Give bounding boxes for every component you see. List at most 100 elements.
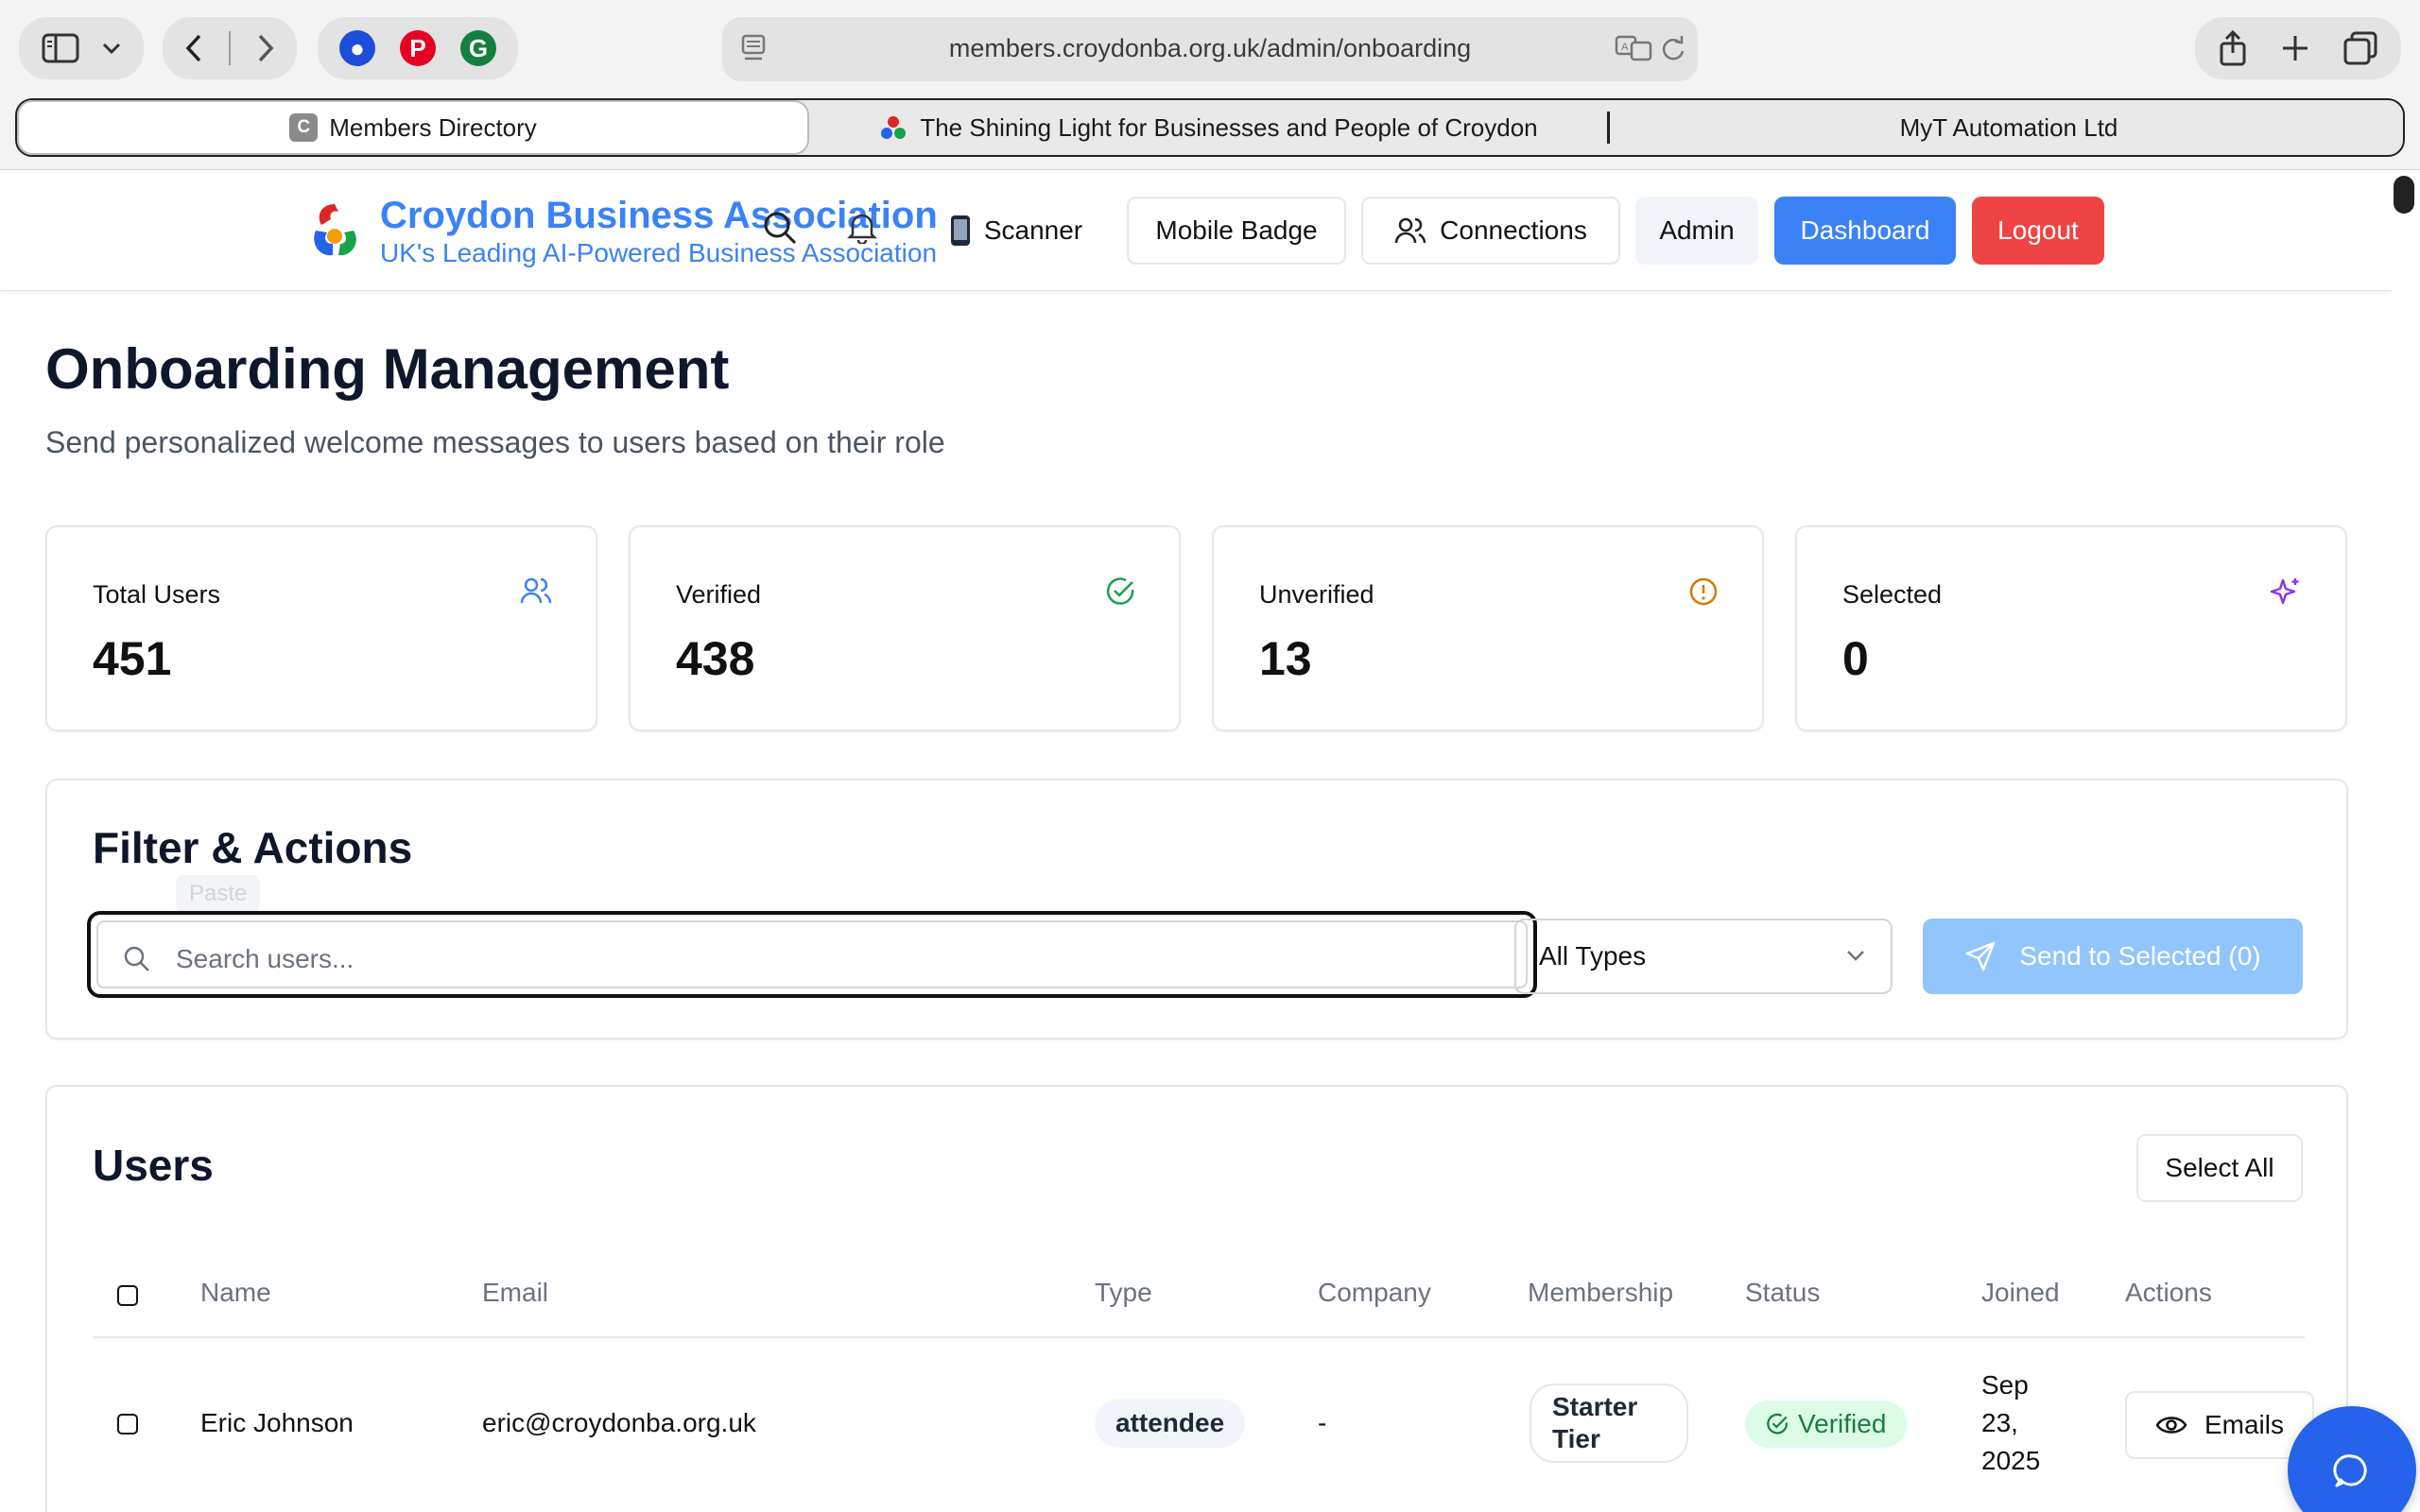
connections-button[interactable]: Connections xyxy=(1361,197,1620,265)
stat-value: 13 xyxy=(1259,632,1312,685)
stat-label: Selected xyxy=(1842,580,1943,609)
column-header-name[interactable]: Name xyxy=(200,1278,271,1308)
new-tab-icon[interactable] xyxy=(2280,33,2310,63)
address-bar[interactable]: members.croydonba.org.uk/admin/onboardin… xyxy=(722,17,1698,81)
nav-buttons xyxy=(163,17,297,79)
site-header: Croydon Business Association UK's Leadin… xyxy=(0,170,2392,291)
tab-bar: C Members Directory The Shining Light fo… xyxy=(15,98,2405,157)
row-checkbox[interactable] xyxy=(117,1414,138,1435)
tab-label: MyT Automation Ltd xyxy=(1899,112,2118,142)
search-icon[interactable] xyxy=(762,210,798,246)
column-header-membership[interactable]: Membership xyxy=(1528,1278,1673,1308)
chevron-down-icon[interactable] xyxy=(101,42,122,55)
back-icon[interactable] xyxy=(184,33,203,63)
select-all-checkbox[interactable] xyxy=(117,1285,138,1306)
extension-icon[interactable]: ● xyxy=(339,30,375,66)
page-title: Onboarding Management xyxy=(45,337,730,401)
sidebar-icon[interactable] xyxy=(42,33,79,63)
stat-value: 438 xyxy=(676,632,755,685)
joined-date: Sep 23, 2025 xyxy=(1981,1366,2040,1480)
filter-title: Filter & Actions xyxy=(93,823,413,872)
logout-button[interactable]: Logout xyxy=(1972,197,2104,265)
scrollbar-thumb[interactable] xyxy=(2394,176,2414,214)
forward-icon[interactable] xyxy=(256,33,275,63)
bell-icon[interactable] xyxy=(847,212,877,244)
table-header-divider xyxy=(93,1336,2305,1338)
tab-shining-light[interactable]: The Shining Light for Businesses and Peo… xyxy=(811,100,1605,155)
user-email: eric@croydonba.org.uk xyxy=(482,1408,756,1437)
extensions-group: ● P G xyxy=(318,17,518,79)
stat-label: Unverified xyxy=(1259,580,1374,609)
scrollbar-track[interactable] xyxy=(2392,170,2420,1512)
column-header-type[interactable]: Type xyxy=(1095,1278,1152,1308)
tab-label: The Shining Light for Businesses and Peo… xyxy=(920,112,1538,142)
svg-text:A: A xyxy=(1621,42,1629,53)
type-select[interactable]: All Types xyxy=(1514,919,1893,994)
window-actions xyxy=(2195,17,2401,79)
users-card: Users Select All Name Email Type Company… xyxy=(45,1085,2348,1512)
users-title: Users xyxy=(93,1141,214,1190)
url-text[interactable]: members.croydonba.org.uk/admin/onboardin… xyxy=(722,34,1698,63)
column-header-email[interactable]: Email xyxy=(482,1278,548,1308)
membership-line: Tier xyxy=(1552,1424,1600,1453)
scanner-button[interactable]: Scanner xyxy=(936,197,1097,265)
stat-label: Verified xyxy=(676,580,762,609)
translate-icon[interactable]: A xyxy=(1615,34,1652,62)
check-circle-icon xyxy=(1106,577,1134,605)
tab-favicon: C xyxy=(289,113,319,142)
user-company: - xyxy=(1318,1408,1327,1437)
select-all-button[interactable]: Select All xyxy=(2136,1134,2303,1202)
send-to-selected-button[interactable]: Send to Selected (0) xyxy=(1923,919,2303,994)
column-header-actions: Actions xyxy=(2125,1278,2212,1307)
mobile-badge-button[interactable]: Mobile Badge xyxy=(1127,197,1346,265)
sidebar-toggle-group[interactable] xyxy=(19,17,144,79)
emails-label: Emails xyxy=(2204,1410,2284,1439)
search-input[interactable] xyxy=(176,936,1499,983)
tab-myt-automation[interactable]: MyT Automation Ltd xyxy=(1615,100,2403,155)
cba-logo[interactable] xyxy=(302,198,367,263)
page-subtitle: Send personalized welcome messages to us… xyxy=(45,425,945,459)
column-header-joined[interactable]: Joined xyxy=(1981,1278,2060,1308)
pinterest-icon[interactable]: P xyxy=(400,30,436,66)
check-circle-icon xyxy=(1767,1413,1788,1435)
cba-logo-icon xyxy=(881,116,907,139)
users-icon xyxy=(520,577,552,604)
reload-icon[interactable] xyxy=(1660,34,1686,62)
send-icon xyxy=(1966,941,1996,971)
paste-tooltip[interactable]: Paste xyxy=(176,875,261,913)
send-label: Send to Selected (0) xyxy=(2019,941,2261,971)
emails-button[interactable]: Emails xyxy=(2125,1391,2314,1459)
stat-label: Total Users xyxy=(93,580,221,609)
dashboard-button[interactable]: Dashboard xyxy=(1774,197,1956,265)
stat-value: 0 xyxy=(1842,632,1869,685)
filter-actions-card: Filter & Actions Paste All Types Send to… xyxy=(45,779,2348,1040)
connections-label: Connections xyxy=(1440,215,1587,245)
sparkles-icon xyxy=(2270,578,2299,605)
joined-month: Sep xyxy=(1981,1370,2029,1400)
column-header-company[interactable]: Company xyxy=(1318,1278,1431,1308)
tab-label: Members Directory xyxy=(329,112,537,142)
status-label: Verified xyxy=(1798,1409,1887,1438)
joined-year: 2025 xyxy=(1981,1446,2041,1475)
chevron-down-icon xyxy=(1847,951,1864,961)
tab-overview-icon[interactable] xyxy=(2343,31,2377,65)
phone-icon xyxy=(950,215,970,246)
browser-chrome: ● P G members.croydonba.org.uk/admin/onb… xyxy=(0,0,2420,170)
stat-card-total-users: Total Users 451 xyxy=(45,525,597,731)
share-icon[interactable] xyxy=(2219,30,2247,66)
stat-card-unverified: Unverified 13 xyxy=(1212,525,1764,731)
grammarly-icon[interactable]: G xyxy=(460,30,496,66)
search-field[interactable] xyxy=(87,911,1537,998)
type-badge: attendee xyxy=(1095,1399,1246,1448)
search-icon xyxy=(124,946,149,971)
status-badge: Verified xyxy=(1745,1400,1908,1448)
users-icon xyxy=(1394,217,1426,244)
scanner-label: Scanner xyxy=(983,215,1083,245)
tab-members-directory[interactable]: C Members Directory xyxy=(17,100,809,155)
stat-card-selected: Selected 0 xyxy=(1795,525,2347,731)
joined-day: 23, xyxy=(1981,1408,2018,1437)
admin-button[interactable]: Admin xyxy=(1635,197,1758,265)
stat-value: 451 xyxy=(93,632,172,685)
membership-line: Starter xyxy=(1552,1392,1638,1421)
column-header-status[interactable]: Status xyxy=(1745,1278,1820,1308)
